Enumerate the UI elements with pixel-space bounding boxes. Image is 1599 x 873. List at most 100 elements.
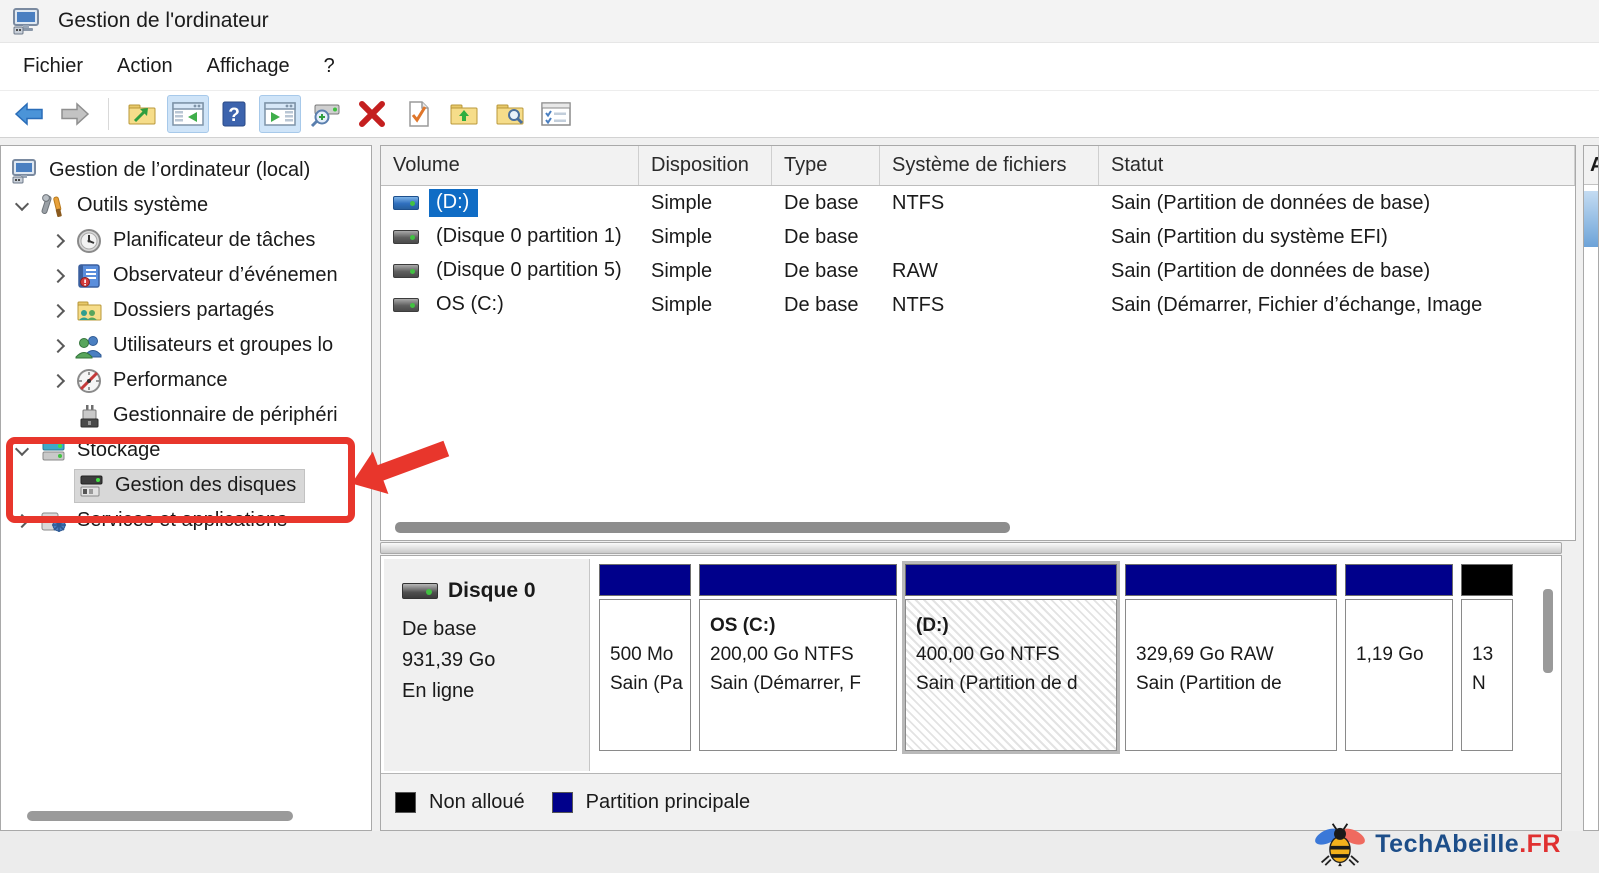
toolbar-separator (108, 98, 109, 130)
table-row[interactable]: (Disque 0 partition 1) Simple De base Sa… (381, 220, 1575, 254)
cell-disposition: Simple (639, 260, 772, 283)
folder-up-button[interactable] (443, 95, 485, 133)
partition-color-band (699, 564, 897, 596)
column-header-statut[interactable]: Statut (1099, 146, 1575, 185)
menu-action[interactable]: Action (100, 43, 190, 90)
tree-item-planificateur[interactable]: Planificateur de tâches (1, 223, 371, 258)
cell-statut: Sain (Démarrer, Fichier d’échange, Image (1099, 294, 1575, 317)
chevron-down-icon[interactable] (5, 188, 39, 223)
partition-unallocated[interactable]: 13 N (1461, 564, 1513, 751)
partition-os-c[interactable]: OS (C:) 200,00 Go NTFS Sain (Démarrer, F (699, 564, 897, 751)
chevron-right-icon[interactable] (41, 328, 75, 363)
table-row[interactable]: (Disque 0 partition 5) Simple De base RA… (381, 254, 1575, 288)
folder-search-button[interactable] (489, 95, 531, 133)
tree-horizontal-scrollbar[interactable] (27, 811, 293, 821)
tree-item-computer-management[interactable]: Gestion de l’ordinateur (local) (1, 153, 371, 188)
volume-list-header: Volume Disposition Type Système de fichi… (381, 146, 1575, 186)
volume-list-horizontal-scrollbar[interactable] (395, 522, 1010, 533)
volume-name: (D:) (429, 189, 478, 217)
folder-up-icon (448, 100, 480, 128)
event-viewer-icon (75, 263, 103, 289)
actions-pane-header: A (1584, 146, 1598, 185)
tree-item-utilisateurs-groupes[interactable]: Utilisateurs et groupes lo (1, 328, 371, 363)
panel-splitter[interactable] (380, 542, 1562, 554)
help-button[interactable]: ? (213, 95, 255, 133)
disk-graphical-view-panel: Disque 0 De base 931,39 Go En ligne 500 … (380, 555, 1562, 831)
disk-view-vertical-scrollbar[interactable] (1543, 589, 1553, 673)
column-header-type[interactable]: Type (772, 146, 880, 185)
column-header-volume[interactable]: Volume (381, 146, 639, 185)
show-console-tree-icon (171, 100, 205, 128)
tree-item-performance[interactable]: Performance (1, 363, 371, 398)
cell-type: De base (772, 294, 880, 317)
partition-raw[interactable]: 329,69 Go RAW Sain (Partition de (1125, 564, 1337, 751)
actions-pane-selected-item[interactable] (1584, 191, 1598, 247)
volume-drive-icon (393, 264, 419, 278)
chevron-right-icon[interactable] (41, 223, 75, 258)
partition-color-band (1345, 564, 1453, 596)
chevron-right-icon[interactable] (41, 258, 75, 293)
show-console-tree-button[interactable] (167, 95, 209, 133)
column-header-disposition[interactable]: Disposition (639, 146, 772, 185)
partition-size: 500 Mo (610, 641, 684, 670)
legend-swatch-unallocated (395, 792, 416, 813)
column-header-systeme-fichiers[interactable]: Système de fichiers (880, 146, 1099, 185)
tree-item-outils-systeme[interactable]: Outils système (1, 188, 371, 223)
menu-affichage[interactable]: Affichage (190, 43, 307, 90)
menu-fichier[interactable]: Fichier (6, 43, 100, 90)
partition-size: 200,00 Go NTFS (710, 641, 890, 670)
volume-drive-icon (393, 230, 419, 244)
partition-strip: 500 Mo Sain (Pa OS (C:) 200,00 Go NTFS S… (599, 564, 1513, 751)
partition-size: 13 (1472, 641, 1506, 670)
cell-statut: Sain (Partition de données de base) (1099, 260, 1575, 283)
annotation-highlight-rectangle (6, 437, 355, 523)
svg-text:?: ? (228, 105, 240, 126)
partition-color-band (599, 564, 691, 596)
performance-icon (75, 368, 103, 394)
cell-type: De base (772, 192, 880, 215)
tree-item-dossiers-partages[interactable]: Dossiers partagés (1, 293, 371, 328)
delete-icon (357, 100, 387, 128)
partition-d-selected[interactable]: (D:) 400,00 Go NTFS Sain (Partition de d (905, 564, 1117, 751)
cell-disposition: Simple (639, 294, 772, 317)
menu-help[interactable]: ? (307, 43, 352, 90)
partition-efi[interactable]: 500 Mo Sain (Pa (599, 564, 691, 751)
tree-item-label: Observateur d’événemen (113, 264, 338, 287)
volume-name: OS (C:) (429, 291, 513, 319)
export-list-icon (126, 100, 158, 128)
show-action-pane-icon (263, 100, 297, 128)
partition-status: Sain (Pa (610, 670, 684, 699)
rescan-disks-button[interactable] (305, 95, 347, 133)
partition-small[interactable]: 1,19 Go (1345, 564, 1453, 751)
disk-name: Disque 0 (448, 575, 536, 608)
volume-list-panel: Volume Disposition Type Système de fichi… (380, 145, 1576, 541)
chevron-right-icon[interactable] (41, 363, 75, 398)
tools-icon (39, 193, 67, 219)
watermark-brand: TechAbeille.FR (1375, 830, 1561, 859)
partition-size: 1,19 Go (1356, 641, 1446, 670)
check-document-button[interactable] (397, 95, 439, 133)
bee-logo-icon (1311, 821, 1369, 867)
table-row[interactable]: OS (C:) Simple De base NTFS Sain (Démarr… (381, 288, 1575, 322)
chevron-right-icon[interactable] (41, 293, 75, 328)
volume-drive-icon (393, 196, 419, 210)
device-manager-icon (75, 403, 103, 429)
tree-item-gestionnaire-peripheriques[interactable]: Gestionnaire de périphéri (1, 398, 371, 433)
watermark-suffix: .FR (1519, 830, 1561, 858)
rescan-disks-icon (309, 100, 343, 128)
export-list-button[interactable] (121, 95, 163, 133)
cell-fs: NTFS (880, 294, 1099, 317)
properties-button[interactable] (535, 95, 577, 133)
tree-item-observateur[interactable]: Observateur d’événemen (1, 258, 371, 293)
forward-button[interactable] (54, 95, 96, 133)
back-button[interactable] (8, 95, 50, 133)
disk-0-header[interactable]: Disque 0 De base 931,39 Go En ligne (384, 559, 590, 771)
tree-item-label: Performance (113, 369, 228, 392)
table-row[interactable]: (D:) Simple De base NTFS Sain (Partition… (381, 186, 1575, 220)
tree-item-label: Utilisateurs et groupes lo (113, 334, 333, 357)
partition-name: (D:) (916, 612, 1110, 641)
delete-button[interactable] (351, 95, 393, 133)
show-action-pane-button[interactable] (259, 95, 301, 133)
partition-color-band (1461, 564, 1513, 596)
watermark: TechAbeille.FR (1311, 821, 1561, 867)
